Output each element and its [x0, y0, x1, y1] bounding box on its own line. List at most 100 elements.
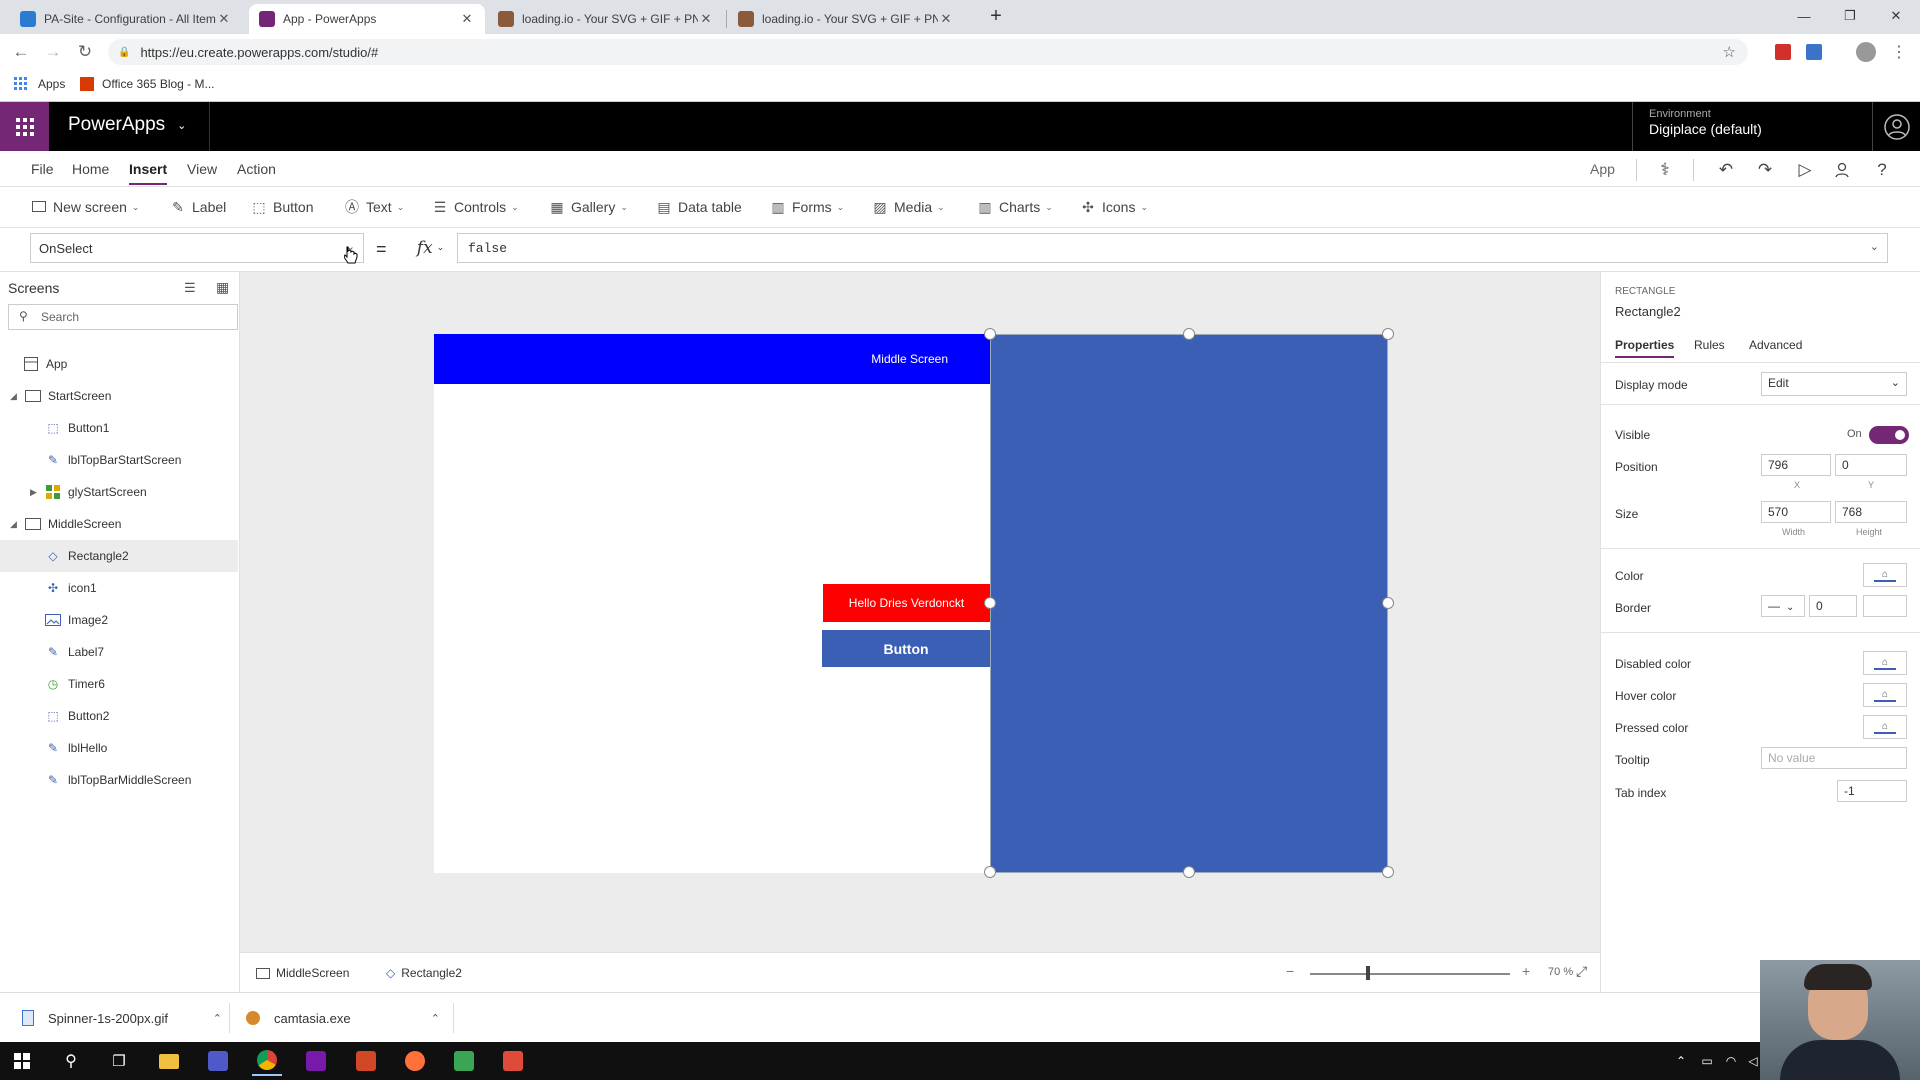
tree-item-middlescreen[interactable]: ◢ MiddleScreen — [0, 508, 238, 540]
tree-search-input[interactable]: ⚲ Search — [8, 304, 238, 330]
fit-to-window-icon[interactable]: ⤢ — [1576, 963, 1587, 980]
tree-item-image2[interactable]: Image2 — [0, 604, 238, 636]
profile-avatar[interactable] — [1856, 42, 1876, 62]
browser-tab[interactable]: loading.io - Your SVG + GIF + PNG ✕ — [728, 4, 964, 34]
expand-chevron-icon[interactable]: ⌄ — [1870, 240, 1879, 253]
tree-item-timer6[interactable]: ◷ Timer6 — [0, 668, 238, 700]
zoom-slider-thumb[interactable] — [1366, 966, 1370, 980]
grid-view-icon[interactable]: ▦ — [216, 279, 229, 296]
preview-play-icon[interactable]: ▷ — [1795, 160, 1815, 180]
menu-home[interactable]: Home — [72, 161, 109, 177]
charts-menu[interactable]: ▥ Charts ⌄ — [977, 199, 1052, 216]
zoom-slider[interactable] — [1310, 973, 1510, 975]
middle-screen-canvas[interactable]: Middle Screen Hello Dries Verdonckt Butt… — [434, 334, 990, 873]
text-menu[interactable]: Ⓐ Text ⌄ — [344, 199, 404, 215]
restore-icon[interactable]: ❐ — [1828, 0, 1872, 32]
url-field[interactable]: 🔒 https://eu.create.powerapps.com/studio… — [108, 39, 1748, 65]
tree-item-lbltopbarstartscreen[interactable]: ✎ lblTopBarStartScreen — [0, 444, 238, 476]
download-item[interactable]: Spinner-1s-200px.gif ⌃ — [22, 993, 222, 1043]
collapsed-caret-icon[interactable]: ▶ — [30, 487, 40, 498]
controls-menu[interactable]: ☰ Controls ⌄ — [432, 199, 519, 216]
tab-index-input[interactable]: -1 — [1837, 780, 1907, 802]
visible-toggle[interactable] — [1869, 426, 1909, 444]
more-menu-icon[interactable]: ⋮ — [1888, 42, 1910, 62]
gallery-menu[interactable]: ▦ Gallery ⌄ — [549, 199, 628, 216]
close-icon[interactable]: ✕ — [938, 11, 954, 27]
chevron-up-icon[interactable]: ⌃ — [213, 1012, 222, 1025]
breadcrumb-screen[interactable]: MiddleScreen — [256, 966, 349, 980]
bookmark-apps[interactable]: Apps — [14, 77, 65, 91]
teams-icon[interactable] — [203, 1046, 233, 1076]
hover-color-picker[interactable]: ⌂ — [1863, 683, 1907, 707]
forms-menu[interactable]: ▥ Forms ⌄ — [770, 199, 844, 216]
icons-menu[interactable]: ✣ Icons ⌄ — [1080, 199, 1148, 216]
button-button[interactable]: ⬚ Button — [251, 199, 313, 216]
button2-control[interactable]: Button — [822, 630, 990, 667]
browser-tab[interactable]: PA-Site - Configuration - All Items ✕ — [10, 4, 242, 34]
tree-item-rectangle2[interactable]: ◇ Rectangle2 — [0, 540, 238, 572]
menu-action[interactable]: Action — [237, 161, 276, 177]
onenote-icon[interactable] — [301, 1046, 331, 1076]
user-avatar-icon[interactable] — [1872, 102, 1920, 151]
reload-icon[interactable]: ↻ — [74, 42, 96, 62]
download-item[interactable]: camtasia.exe ⌃ — [246, 993, 440, 1043]
color-picker[interactable]: ⌂ — [1863, 563, 1907, 587]
windows-start-icon[interactable] — [7, 1046, 37, 1076]
border-style-dropdown[interactable]: — ⌄ — [1761, 595, 1805, 617]
app-label[interactable]: App — [1590, 161, 1615, 177]
lbl-hello[interactable]: Hello Dries Verdonckt — [823, 584, 990, 622]
undo-icon[interactable]: ↶ — [1716, 160, 1736, 180]
new-tab-icon[interactable]: + — [974, 0, 1018, 32]
tree-item-label7[interactable]: ✎ Label7 — [0, 636, 238, 668]
data-table-button[interactable]: ▤ Data table — [656, 199, 741, 216]
resize-handle[interactable] — [1382, 597, 1394, 609]
environment-picker[interactable]: Environment Digiplace (default) — [1632, 102, 1872, 151]
resize-handle[interactable] — [1183, 328, 1195, 340]
extension-icon[interactable] — [1806, 44, 1822, 60]
search-icon[interactable]: ⚲ — [56, 1046, 86, 1076]
tree-item-button2[interactable]: ⬚ Button2 — [0, 700, 238, 732]
tree-item-lblhello[interactable]: ✎ lblHello — [0, 732, 238, 764]
task-view-icon[interactable]: ❐ — [104, 1046, 134, 1076]
close-icon[interactable]: ✕ — [698, 11, 714, 27]
display-mode-dropdown[interactable]: Edit ⌄ — [1761, 372, 1907, 396]
window-close-icon[interactable]: ✕ — [1874, 0, 1918, 32]
app-launcher-icon[interactable] — [0, 102, 49, 151]
resize-handle[interactable] — [984, 866, 996, 878]
media-menu[interactable]: ▨ Media ⌄ — [872, 199, 944, 216]
rectangle2-selected[interactable] — [990, 334, 1388, 873]
brand-menu[interactable]: PowerApps ⌄ — [68, 114, 186, 136]
powerpoint-icon[interactable] — [351, 1046, 381, 1076]
tree-item-button1[interactable]: ⬚ Button1 — [0, 412, 238, 444]
disabled-color-picker[interactable]: ⌂ — [1863, 651, 1907, 675]
browser-tab-active[interactable]: App - PowerApps ✕ — [249, 4, 485, 34]
breadcrumb-control[interactable]: ◇ Rectangle2 — [386, 966, 462, 980]
tree-item-glystartscreen[interactable]: ▶ glyStartScreen — [0, 476, 238, 508]
chrome-icon[interactable] — [252, 1046, 282, 1076]
resize-handle[interactable] — [1183, 866, 1195, 878]
property-dropdown[interactable]: OnSelect ⌄ — [30, 233, 364, 263]
bookmark-star-icon[interactable]: ☆ — [1723, 43, 1736, 61]
menu-view[interactable]: View — [187, 161, 217, 177]
tree-item-lbltopbarmiddlescreen[interactable]: ✎ lblTopBarMiddleScreen — [0, 764, 238, 796]
extension-icon[interactable] — [1775, 44, 1791, 60]
bookmark-office365-blog[interactable]: Office 365 Blog - M... — [80, 77, 215, 91]
fx-function-button[interactable]: fx ⌄ — [404, 233, 458, 263]
file-explorer-icon[interactable] — [154, 1046, 184, 1076]
expanded-caret-icon[interactable]: ◢ — [10, 519, 20, 530]
position-x-input[interactable]: 796 — [1761, 454, 1831, 476]
minimize-icon[interactable]: — — [1782, 0, 1826, 32]
chevron-up-icon[interactable]: ⌃ — [431, 1012, 440, 1025]
help-icon[interactable]: ? — [1872, 160, 1892, 180]
new-screen-button[interactable]: New screen ⌄ — [31, 199, 139, 215]
tree-item-icon1[interactable]: ✣ icon1 — [0, 572, 238, 604]
close-icon[interactable]: ✕ — [459, 11, 475, 27]
menu-file[interactable]: File — [31, 161, 54, 177]
resize-handle[interactable] — [984, 328, 996, 340]
menu-insert[interactable]: Insert — [129, 161, 168, 185]
pressed-color-picker[interactable]: ⌂ — [1863, 715, 1907, 739]
redo-icon[interactable]: ↷ — [1755, 160, 1775, 180]
camtasia-green-icon[interactable] — [449, 1046, 479, 1076]
tree-item-startscreen[interactable]: ◢ StartScreen — [0, 380, 238, 412]
tooltip-input[interactable]: No value — [1761, 747, 1907, 769]
